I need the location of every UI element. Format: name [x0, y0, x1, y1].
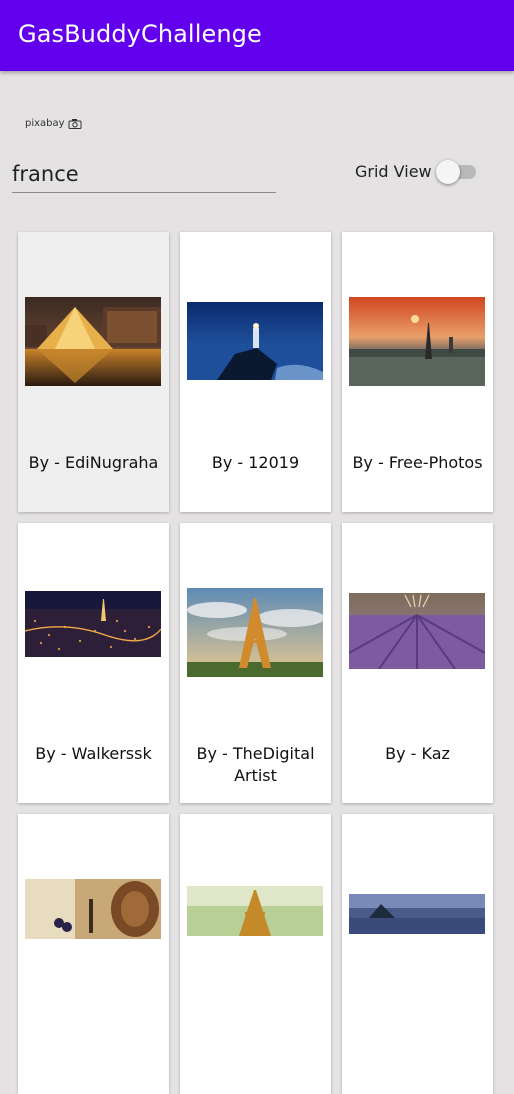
card-caption: By - Walkerssk	[35, 744, 152, 763]
image-card[interactable]	[342, 814, 493, 1094]
pixabay-logo-text: pixabay	[25, 117, 65, 129]
image-card[interactable]: By - Free-Photos	[342, 232, 493, 512]
card-caption: By - Kaz	[385, 744, 450, 763]
card-caption: By - TheDigital Artist	[196, 744, 315, 785]
landscape-image	[349, 894, 485, 934]
paris-sunset-image	[349, 297, 485, 386]
image-card[interactable]: By - Kaz	[342, 523, 493, 803]
image-grid: By - EdiNugraha By - 12019 By - Free-Pho…	[18, 232, 493, 1094]
pixabay-logo: pixabay	[25, 116, 82, 130]
toggle-thumb	[436, 160, 460, 184]
lavender-field-image	[349, 593, 485, 669]
grid-view-label: Grid View	[355, 162, 432, 181]
wine-barrels-image	[25, 879, 161, 939]
paris-night-image	[25, 591, 161, 657]
eiffel-tower-park-image	[187, 886, 323, 936]
app-bar: GasBuddyChallenge	[0, 0, 514, 71]
grid-view-toggle[interactable]	[436, 160, 478, 184]
search-input[interactable]	[12, 155, 276, 193]
app-title: GasBuddyChallenge	[18, 20, 262, 48]
lighthouse-image	[187, 302, 323, 380]
image-card[interactable]: By - TheDigital Artist	[180, 523, 331, 803]
image-card[interactable]	[180, 814, 331, 1094]
camera-icon	[68, 118, 82, 129]
image-card[interactable]	[18, 814, 169, 1094]
louvre-pyramid-image	[25, 297, 161, 386]
eiffel-tower-image	[187, 588, 323, 677]
card-caption: By - 12019	[211, 453, 300, 472]
card-caption: By - EdiNugraha	[28, 453, 159, 472]
image-card[interactable]: By - Walkerssk	[18, 523, 169, 803]
image-card[interactable]: By - EdiNugraha	[18, 232, 169, 512]
image-card[interactable]: By - 12019	[180, 232, 331, 512]
card-caption: By - Free-Photos	[352, 453, 483, 472]
